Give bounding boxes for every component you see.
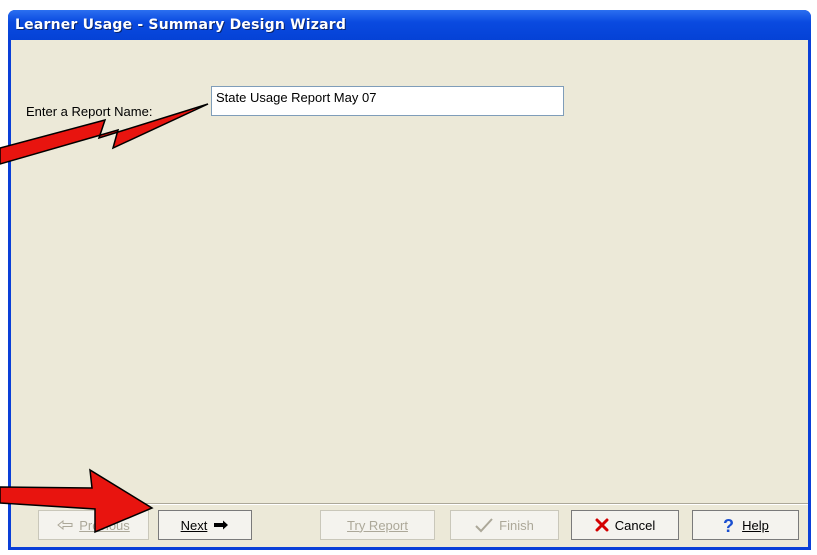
annotation-arrows: [0, 103, 209, 534]
annotation-arrow-to-input: [0, 103, 209, 165]
annotation-arrow-to-next: [0, 468, 154, 534]
